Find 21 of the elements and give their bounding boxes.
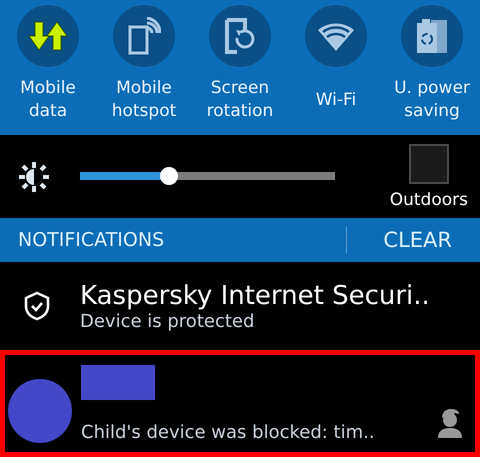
toggle-label: Wi-Fi — [316, 89, 356, 112]
slider-thumb[interactable] — [160, 166, 178, 184]
toggle-label: Mobile data — [20, 77, 76, 123]
header-title: NOTIFICATIONS — [18, 229, 164, 251]
battery-recycle-icon — [415, 17, 449, 55]
toggle-label: Mobile hotspot — [112, 77, 176, 123]
wifi-icon — [318, 21, 354, 51]
child-icon — [437, 408, 463, 438]
outdoors-checkbox[interactable] — [408, 144, 449, 184]
clear-button[interactable]: CLEAR — [347, 224, 466, 256]
notification[interactable]: Child's device was blocked: tim.. — [0, 350, 480, 457]
hotspot-icon — [127, 17, 161, 55]
notification-title: Kaspersky Internet Securi.. — [80, 280, 431, 310]
toggle-label: U. power saving — [394, 77, 470, 123]
toggle-label: Screen rotation — [206, 77, 274, 123]
notification-text: Child's device was blocked: tim.. — [81, 422, 376, 442]
brightness-icon — [18, 160, 50, 192]
shield-check-icon — [24, 291, 50, 321]
outdoors-label: Outdoors — [390, 190, 468, 210]
rotation-icon — [225, 18, 255, 54]
notification-text: Device is protected — [80, 310, 256, 332]
